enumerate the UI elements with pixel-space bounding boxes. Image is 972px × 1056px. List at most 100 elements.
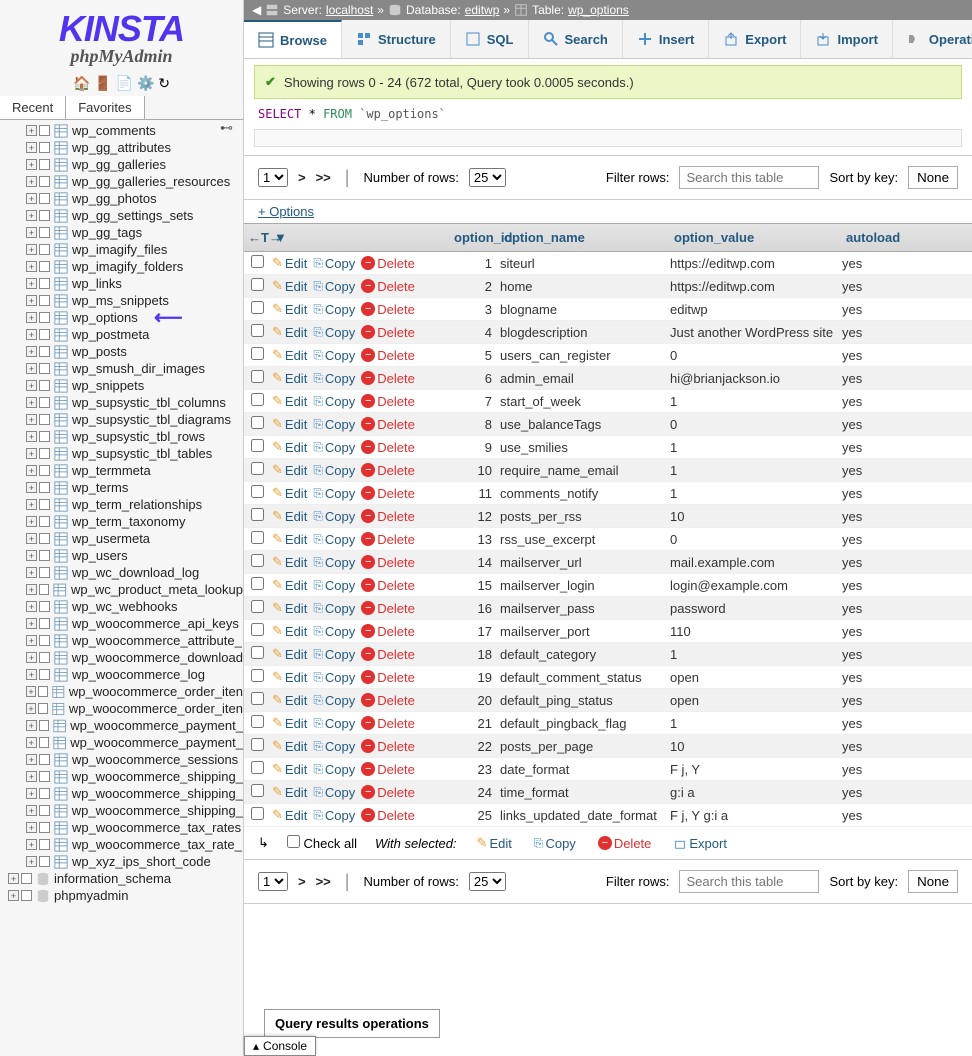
delete-link[interactable]: −Delete xyxy=(359,486,417,501)
tab-structure[interactable]: Structure xyxy=(342,20,451,58)
bc-server[interactable]: localhost xyxy=(326,3,373,17)
row-checkbox[interactable] xyxy=(251,347,264,360)
row-checkbox[interactable] xyxy=(251,416,264,429)
expand-icon[interactable] xyxy=(39,856,50,867)
expand-icon[interactable]: + xyxy=(26,584,37,595)
tree-table-wp_supsystic_tbl_tables[interactable]: +wp_supsystic_tbl_tables xyxy=(4,445,243,462)
expand-icon[interactable] xyxy=(39,176,50,187)
batch-copy[interactable]: ⎘Copy xyxy=(532,836,578,851)
expand-icon[interactable] xyxy=(39,329,50,340)
copy-link[interactable]: ⎘Copy xyxy=(311,555,357,570)
tab-operations[interactable]: Operation xyxy=(893,20,972,58)
expand-icon[interactable]: + xyxy=(26,754,37,765)
tree-table-wp_woocommerce_shipping_[interactable]: +wp_woocommerce_shipping_ xyxy=(4,785,243,802)
expand-icon[interactable] xyxy=(39,210,50,221)
tree-table-wp_gg_galleries_resources[interactable]: +wp_gg_galleries_resources xyxy=(4,173,243,190)
tree-table-wp_woocommerce_order_iten[interactable]: +wp_woocommerce_order_iten xyxy=(4,700,243,717)
copy-link[interactable]: ⎘Copy xyxy=(311,693,357,708)
row-checkbox[interactable] xyxy=(251,531,264,544)
expand-icon[interactable] xyxy=(39,414,50,425)
expand-icon[interactable]: + xyxy=(26,618,37,629)
row-checkbox[interactable] xyxy=(251,393,264,406)
expand-icon[interactable]: + xyxy=(26,431,37,442)
filter-input[interactable] xyxy=(679,166,819,189)
copy-link[interactable]: ⎘Copy xyxy=(311,417,357,432)
copy-link[interactable]: ⎘Copy xyxy=(311,394,357,409)
tree-table-wp_woocommerce_download[interactable]: +wp_woocommerce_download xyxy=(4,649,243,666)
tab-insert[interactable]: Insert xyxy=(623,20,709,58)
edit-link[interactable]: ✎Edit xyxy=(270,600,309,616)
rows-select-bottom[interactable]: 25 xyxy=(469,872,506,891)
copy-link[interactable]: ⎘Copy xyxy=(311,486,357,501)
delete-link[interactable]: −Delete xyxy=(359,463,417,478)
query-results-operations[interactable]: Query results operations xyxy=(264,1009,440,1038)
copy-link[interactable]: ⎘Copy xyxy=(311,716,357,731)
tab-export[interactable]: Export xyxy=(709,20,801,58)
edit-link[interactable]: ✎Edit xyxy=(270,508,309,524)
sidebar-quicklink-icon[interactable]: ⊷ xyxy=(220,120,233,136)
tree-table-wp_supsystic_tbl_diagrams[interactable]: +wp_supsystic_tbl_diagrams xyxy=(4,411,243,428)
expand-icon[interactable] xyxy=(39,125,50,136)
copy-link[interactable]: ⎘Copy xyxy=(311,808,357,823)
row-checkbox[interactable] xyxy=(251,324,264,337)
rows-select[interactable]: 25 xyxy=(469,168,506,187)
expand-icon[interactable] xyxy=(39,312,50,323)
copy-link[interactable]: ⎘Copy xyxy=(311,739,357,754)
tab-favorites[interactable]: Favorites xyxy=(66,96,144,119)
expand-icon[interactable] xyxy=(38,703,48,714)
delete-link[interactable]: −Delete xyxy=(359,670,417,685)
delete-link[interactable]: −Delete xyxy=(359,785,417,800)
expand-icon[interactable]: + xyxy=(26,686,36,697)
row-checkbox[interactable] xyxy=(251,439,264,452)
expand-icon[interactable]: + xyxy=(26,380,37,391)
tree-table-wp_imagify_folders[interactable]: +wp_imagify_folders xyxy=(4,258,243,275)
expand-icon[interactable] xyxy=(39,499,50,510)
tree-table-wp_gg_attributes[interactable]: +wp_gg_attributes xyxy=(4,139,243,156)
expand-icon[interactable]: + xyxy=(26,635,37,646)
tree-table-wp_woocommerce_sessions[interactable]: +wp_woocommerce_sessions xyxy=(4,751,243,768)
expand-icon[interactable]: + xyxy=(26,567,37,578)
expand-icon[interactable]: + xyxy=(26,448,37,459)
batch-edit[interactable]: ✎Edit xyxy=(475,835,514,851)
tree-table-wp_woocommerce_tax_rates[interactable]: +wp_woocommerce_tax_rates xyxy=(4,819,243,836)
expand-icon[interactable] xyxy=(38,686,48,697)
next-page-bottom[interactable]: > xyxy=(298,874,306,889)
reload-icon[interactable]: ↻ xyxy=(158,75,170,91)
expand-icon[interactable] xyxy=(39,584,50,595)
delete-link[interactable]: −Delete xyxy=(359,325,417,340)
expand-icon[interactable] xyxy=(39,448,50,459)
expand-icon[interactable]: + xyxy=(26,652,37,663)
expand-icon[interactable] xyxy=(39,465,50,476)
edit-link[interactable]: ✎Edit xyxy=(270,439,309,455)
expand-icon[interactable]: + xyxy=(26,312,37,323)
tab-import[interactable]: Import xyxy=(801,20,892,58)
expand-icon[interactable] xyxy=(39,431,50,442)
expand-icon[interactable] xyxy=(39,669,50,680)
tree-table-wp_supsystic_tbl_rows[interactable]: +wp_supsystic_tbl_rows xyxy=(4,428,243,445)
tree-table-wp_woocommerce_payment_[interactable]: +wp_woocommerce_payment_ xyxy=(4,717,243,734)
row-checkbox[interactable] xyxy=(251,554,264,567)
expand-icon[interactable]: + xyxy=(26,397,37,408)
expand-icon[interactable]: + xyxy=(26,244,37,255)
expand-icon[interactable] xyxy=(39,720,50,731)
edit-link[interactable]: ✎Edit xyxy=(270,393,309,409)
row-checkbox[interactable] xyxy=(251,278,264,291)
edit-link[interactable]: ✎Edit xyxy=(270,692,309,708)
tree-table-wp_smush_dir_images[interactable]: +wp_smush_dir_images xyxy=(4,360,243,377)
copy-link[interactable]: ⎘Copy xyxy=(311,578,357,593)
bc-db[interactable]: editwp xyxy=(465,3,500,17)
row-checkbox[interactable] xyxy=(251,301,264,314)
tree-db-information_schema[interactable]: +information_schema xyxy=(4,870,243,887)
expand-icon[interactable] xyxy=(39,482,50,493)
delete-link[interactable]: −Delete xyxy=(359,440,417,455)
expand-icon[interactable]: + xyxy=(26,550,37,561)
tree-table-wp_terms[interactable]: +wp_terms xyxy=(4,479,243,496)
copy-link[interactable]: ⎘Copy xyxy=(311,463,357,478)
copy-link[interactable]: ⎘Copy xyxy=(311,647,357,662)
expand-icon[interactable]: + xyxy=(26,193,37,204)
edit-link[interactable]: ✎Edit xyxy=(270,554,309,570)
edit-link[interactable]: ✎Edit xyxy=(270,623,309,639)
tree-table-wp_term_relationships[interactable]: +wp_term_relationships xyxy=(4,496,243,513)
db-tree[interactable]: +wp_comments+wp_gg_attributes+wp_gg_gall… xyxy=(0,120,243,1020)
tree-table-wp_links[interactable]: +wp_links xyxy=(4,275,243,292)
